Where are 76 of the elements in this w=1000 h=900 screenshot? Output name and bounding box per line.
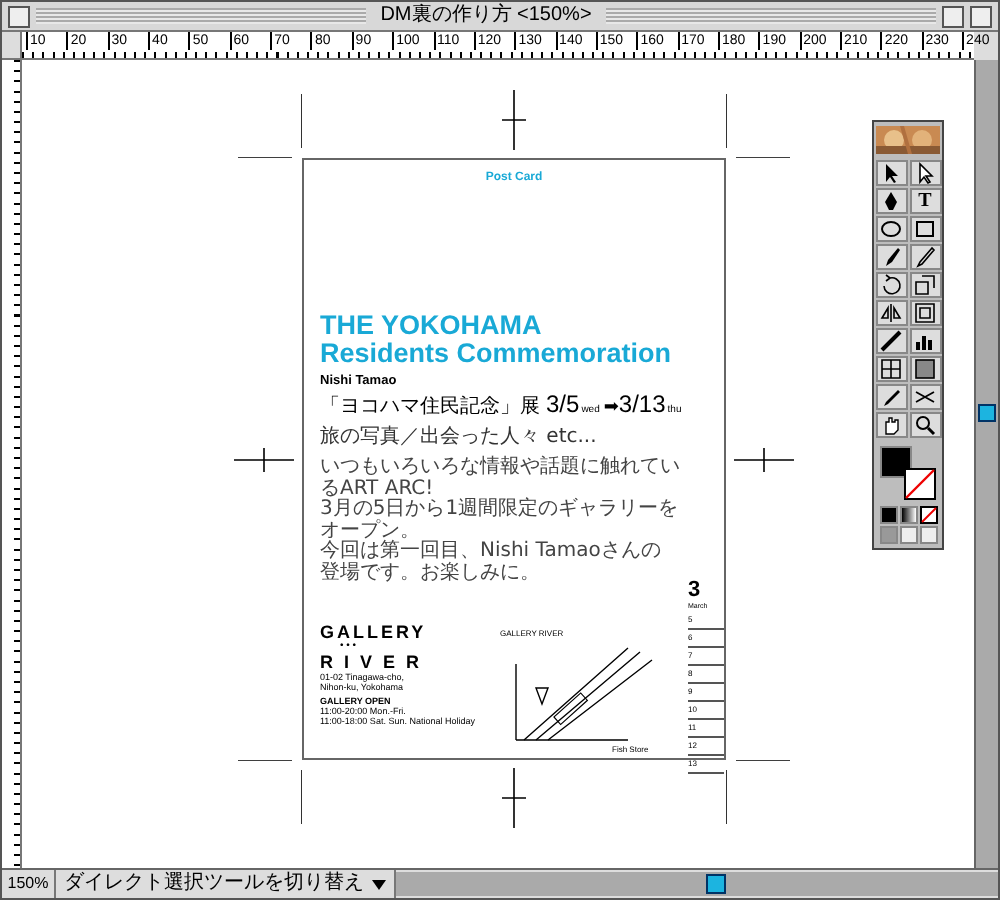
subtitle: 旅の写真／出会った人々 etc... xyxy=(320,423,599,450)
collapse-button[interactable] xyxy=(970,5,992,27)
intro-text: いつもいろいろな情報や話題に触れているART ARC! xyxy=(320,458,680,499)
tool-button[interactable] xyxy=(875,356,907,382)
eyedropper-icon xyxy=(880,386,902,408)
tool-button[interactable] xyxy=(875,244,907,270)
arrow-icon xyxy=(880,162,902,184)
tool-button[interactable] xyxy=(909,244,941,270)
horizontal-scrollbar[interactable] xyxy=(396,872,998,896)
headline: THE YOKOHAMA xyxy=(320,312,544,340)
end-date: 3/13 xyxy=(618,390,666,418)
reflect-icon xyxy=(880,302,902,324)
tool-button[interactable] xyxy=(875,300,907,326)
window-title: DM裏の作り方 <150%> xyxy=(378,4,594,28)
tool-button[interactable] xyxy=(875,412,907,438)
tool-button[interactable] xyxy=(875,188,907,214)
brush-icon xyxy=(880,246,902,268)
tool-button[interactable] xyxy=(909,272,941,298)
gallery-name: GALLERY xyxy=(320,622,429,642)
blend-icon xyxy=(880,330,902,352)
rectangle-icon xyxy=(914,218,936,240)
tool-button[interactable] xyxy=(875,384,907,410)
fill-swatch[interactable] xyxy=(880,446,912,478)
zoom-level[interactable]: 150% xyxy=(2,870,56,898)
tool-button[interactable] xyxy=(875,272,907,298)
rotate-icon xyxy=(880,274,902,296)
hollow-arrow-icon xyxy=(914,162,936,184)
scissors-icon xyxy=(914,386,936,408)
tool-button[interactable] xyxy=(875,328,907,354)
transform-icon xyxy=(914,302,936,324)
tool-button[interactable]: T xyxy=(909,188,941,214)
scroll-thumb[interactable] xyxy=(978,404,996,422)
intro-text: 3月の5日から1週間限定のギャラリーをオープン。 xyxy=(320,500,680,541)
center-mark xyxy=(498,768,530,828)
crop-mark xyxy=(238,94,302,158)
gradient-icon xyxy=(914,358,936,380)
start-date: 3/5 xyxy=(546,390,580,418)
zoom-icon xyxy=(914,414,936,436)
month-number: 3 xyxy=(688,580,703,602)
tool-button[interactable] xyxy=(909,160,941,186)
gradient-mode-button[interactable] xyxy=(899,506,917,524)
gallery-name: R I V E R xyxy=(320,652,425,672)
close-button[interactable] xyxy=(8,5,30,27)
scale-icon xyxy=(914,274,936,296)
center-mark xyxy=(498,90,530,150)
tool-button[interactable] xyxy=(875,160,907,186)
hand-icon xyxy=(880,414,902,436)
center-mark xyxy=(734,443,794,475)
crop-mark xyxy=(726,760,790,824)
tool-button[interactable] xyxy=(909,328,941,354)
intro-text: 今回は第一回目、Nishi Tamaoさんの登場です。お楽しみに。 xyxy=(320,542,663,584)
pen-icon xyxy=(880,190,902,212)
tool-button[interactable] xyxy=(909,384,941,410)
pencil-icon xyxy=(914,246,936,268)
bar-graph-icon xyxy=(914,330,936,352)
ruler-origin-box[interactable] xyxy=(2,32,22,60)
tool-button[interactable] xyxy=(909,300,941,326)
none-mode-button[interactable] xyxy=(919,506,937,524)
tool-button[interactable] xyxy=(909,216,941,242)
crop-mark xyxy=(238,760,302,824)
center-mark xyxy=(234,443,294,475)
caret-icon xyxy=(372,879,386,889)
zoom-button[interactable] xyxy=(942,5,964,27)
headline: Residents Commemoration xyxy=(320,340,674,368)
stroke-swatch[interactable] xyxy=(904,468,936,500)
scroll-thumb[interactable] xyxy=(706,874,726,894)
tool-button[interactable] xyxy=(875,216,907,242)
vertical-scrollbar[interactable] xyxy=(974,60,998,868)
mesh-icon xyxy=(880,358,902,380)
crop-mark xyxy=(726,94,790,158)
color-mode-button[interactable] xyxy=(879,506,897,524)
exhibition-title: 「ヨコハマ住民記念」展 xyxy=(320,393,540,420)
arrow-icon: ➡ xyxy=(603,398,619,418)
tool-button[interactable] xyxy=(909,412,941,438)
tool-button[interactable] xyxy=(909,356,941,382)
ellipse-icon xyxy=(880,218,902,240)
